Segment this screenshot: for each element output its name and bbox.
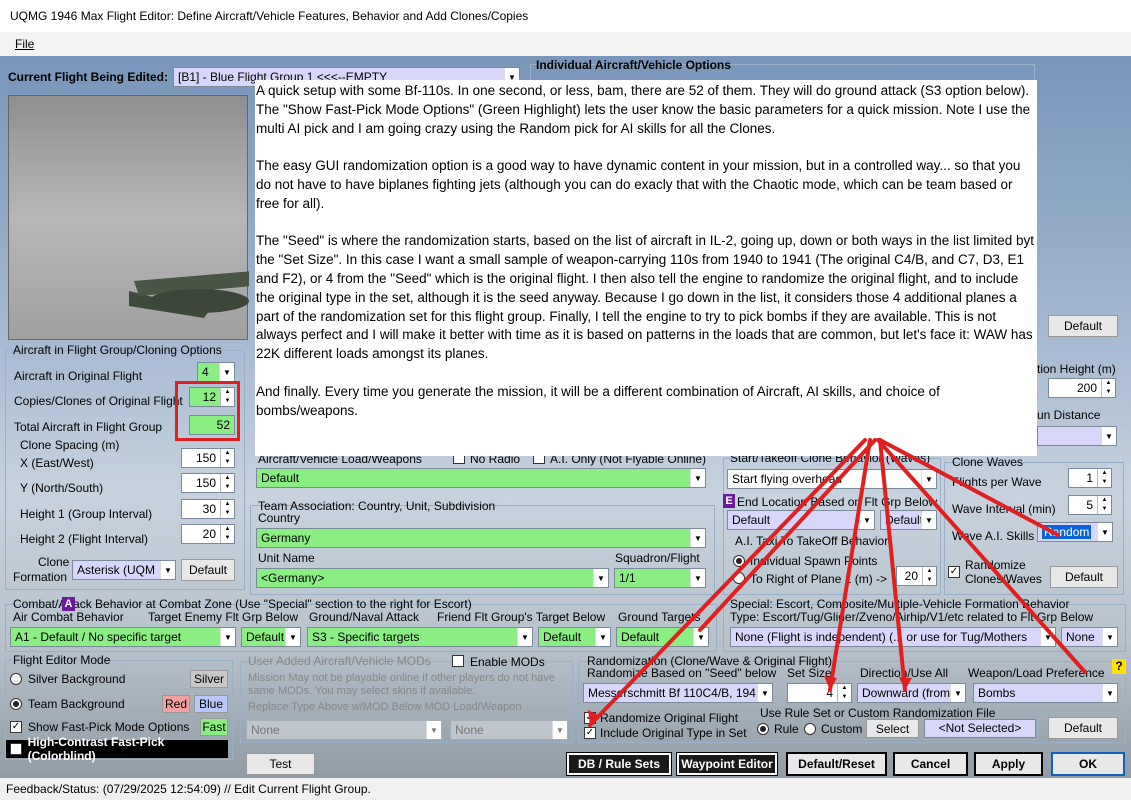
arrow-line <box>588 438 867 727</box>
arrow-line <box>878 438 907 692</box>
arrow-head <box>899 677 912 690</box>
arrow-line <box>878 438 1060 537</box>
annotation-arrows <box>588 438 1087 727</box>
arrow-head <box>824 676 837 690</box>
arrow-line <box>828 438 872 692</box>
arrow-line <box>876 438 1087 674</box>
arrow-line <box>698 438 877 632</box>
